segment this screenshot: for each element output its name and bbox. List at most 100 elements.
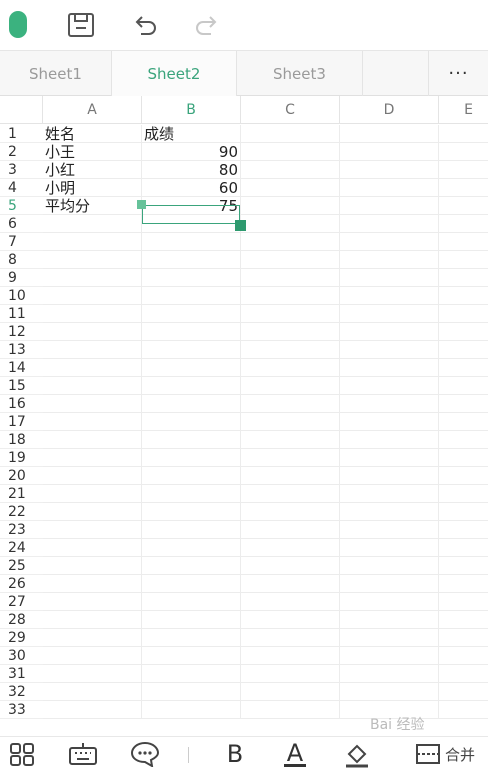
cell-b1[interactable]: 成绩 (142, 125, 241, 143)
cell-d31[interactable] (340, 665, 439, 683)
cell-c26[interactable] (241, 575, 340, 593)
cell-e23[interactable] (439, 521, 488, 539)
undo-button[interactable] (128, 8, 162, 42)
selection-handle-start[interactable] (137, 200, 146, 209)
cell-e8[interactable] (439, 251, 488, 269)
row-header[interactable]: 17 (0, 413, 43, 431)
cell-d2[interactable] (340, 143, 439, 161)
cell-b32[interactable] (142, 683, 241, 701)
row-header[interactable]: 11 (0, 305, 43, 323)
cell-e11[interactable] (439, 305, 488, 323)
cell-a13[interactable] (43, 341, 142, 359)
cell-d10[interactable] (340, 287, 439, 305)
cell-e29[interactable] (439, 629, 488, 647)
row-header[interactable]: 26 (0, 575, 43, 593)
cell-e31[interactable] (439, 665, 488, 683)
cell-b21[interactable] (142, 485, 241, 503)
row-header[interactable]: 13 (0, 341, 43, 359)
cell-e19[interactable] (439, 449, 488, 467)
cell-d6[interactable] (340, 215, 439, 233)
cell-c31[interactable] (241, 665, 340, 683)
row-header[interactable]: 23 (0, 521, 43, 539)
bold-button[interactable]: B (218, 739, 252, 768)
cell-e20[interactable] (439, 467, 488, 485)
cell-e5[interactable] (439, 197, 488, 215)
cell-a2[interactable]: 小王 (43, 143, 142, 161)
row-header[interactable]: 27 (0, 593, 43, 611)
cell-a18[interactable] (43, 431, 142, 449)
cell-c5[interactable] (241, 197, 340, 215)
comment-button[interactable] (128, 739, 162, 768)
cell-a16[interactable] (43, 395, 142, 413)
cell-d21[interactable] (340, 485, 439, 503)
row-header[interactable]: 3 (0, 161, 43, 179)
column-header-c[interactable]: C (241, 96, 340, 124)
cell-b15[interactable] (142, 377, 241, 395)
cell-d11[interactable] (340, 305, 439, 323)
cell-a15[interactable] (43, 377, 142, 395)
cell-d29[interactable] (340, 629, 439, 647)
cell-e24[interactable] (439, 539, 488, 557)
cell-e33[interactable] (439, 701, 488, 719)
cell-b11[interactable] (142, 305, 241, 323)
cell-e9[interactable] (439, 269, 488, 287)
row-header[interactable]: 29 (0, 629, 43, 647)
cell-b22[interactable] (142, 503, 241, 521)
cell-c10[interactable] (241, 287, 340, 305)
cell-e1[interactable] (439, 125, 488, 143)
font-color-button[interactable]: A (278, 739, 312, 768)
cell-c7[interactable] (241, 233, 340, 251)
cell-c11[interactable] (241, 305, 340, 323)
row-header[interactable]: 7 (0, 233, 43, 251)
cell-c12[interactable] (241, 323, 340, 341)
cell-a23[interactable] (43, 521, 142, 539)
cell-b14[interactable] (142, 359, 241, 377)
cell-b20[interactable] (142, 467, 241, 485)
cell-b25[interactable] (142, 557, 241, 575)
cell-b23[interactable] (142, 521, 241, 539)
cell-c33[interactable] (241, 701, 340, 719)
cell-b8[interactable] (142, 251, 241, 269)
cell-d26[interactable] (340, 575, 439, 593)
cell-a21[interactable] (43, 485, 142, 503)
fill-color-button[interactable] (340, 739, 374, 768)
cell-c27[interactable] (241, 593, 340, 611)
cell-a6[interactable] (43, 215, 142, 233)
cell-e4[interactable] (439, 179, 488, 197)
cell-d14[interactable] (340, 359, 439, 377)
cell-d16[interactable] (340, 395, 439, 413)
row-header[interactable]: 16 (0, 395, 43, 413)
cell-b19[interactable] (142, 449, 241, 467)
cell-e2[interactable] (439, 143, 488, 161)
cell-a26[interactable] (43, 575, 142, 593)
row-header[interactable]: 19 (0, 449, 43, 467)
cell-a27[interactable] (43, 593, 142, 611)
cell-d4[interactable] (340, 179, 439, 197)
row-header[interactable]: 30 (0, 647, 43, 665)
cell-b33[interactable] (142, 701, 241, 719)
row-header[interactable]: 32 (0, 683, 43, 701)
cell-e28[interactable] (439, 611, 488, 629)
cell-d18[interactable] (340, 431, 439, 449)
cell-a22[interactable] (43, 503, 142, 521)
cell-c29[interactable] (241, 629, 340, 647)
row-header[interactable]: 21 (0, 485, 43, 503)
cell-e12[interactable] (439, 323, 488, 341)
keyboard-button[interactable] (66, 739, 100, 768)
cell-a10[interactable] (43, 287, 142, 305)
cell-c25[interactable] (241, 557, 340, 575)
row-header[interactable]: 22 (0, 503, 43, 521)
cell-c28[interactable] (241, 611, 340, 629)
cell-b27[interactable] (142, 593, 241, 611)
cell-e6[interactable] (439, 215, 488, 233)
cell-a24[interactable] (43, 539, 142, 557)
cell-b18[interactable] (142, 431, 241, 449)
cell-e18[interactable] (439, 431, 488, 449)
cell-e26[interactable] (439, 575, 488, 593)
cell-d27[interactable] (340, 593, 439, 611)
select-all-corner[interactable] (0, 96, 43, 124)
cell-c19[interactable] (241, 449, 340, 467)
row-header[interactable]: 8 (0, 251, 43, 269)
row-header[interactable]: 1 (0, 125, 43, 143)
cell-a11[interactable] (43, 305, 142, 323)
